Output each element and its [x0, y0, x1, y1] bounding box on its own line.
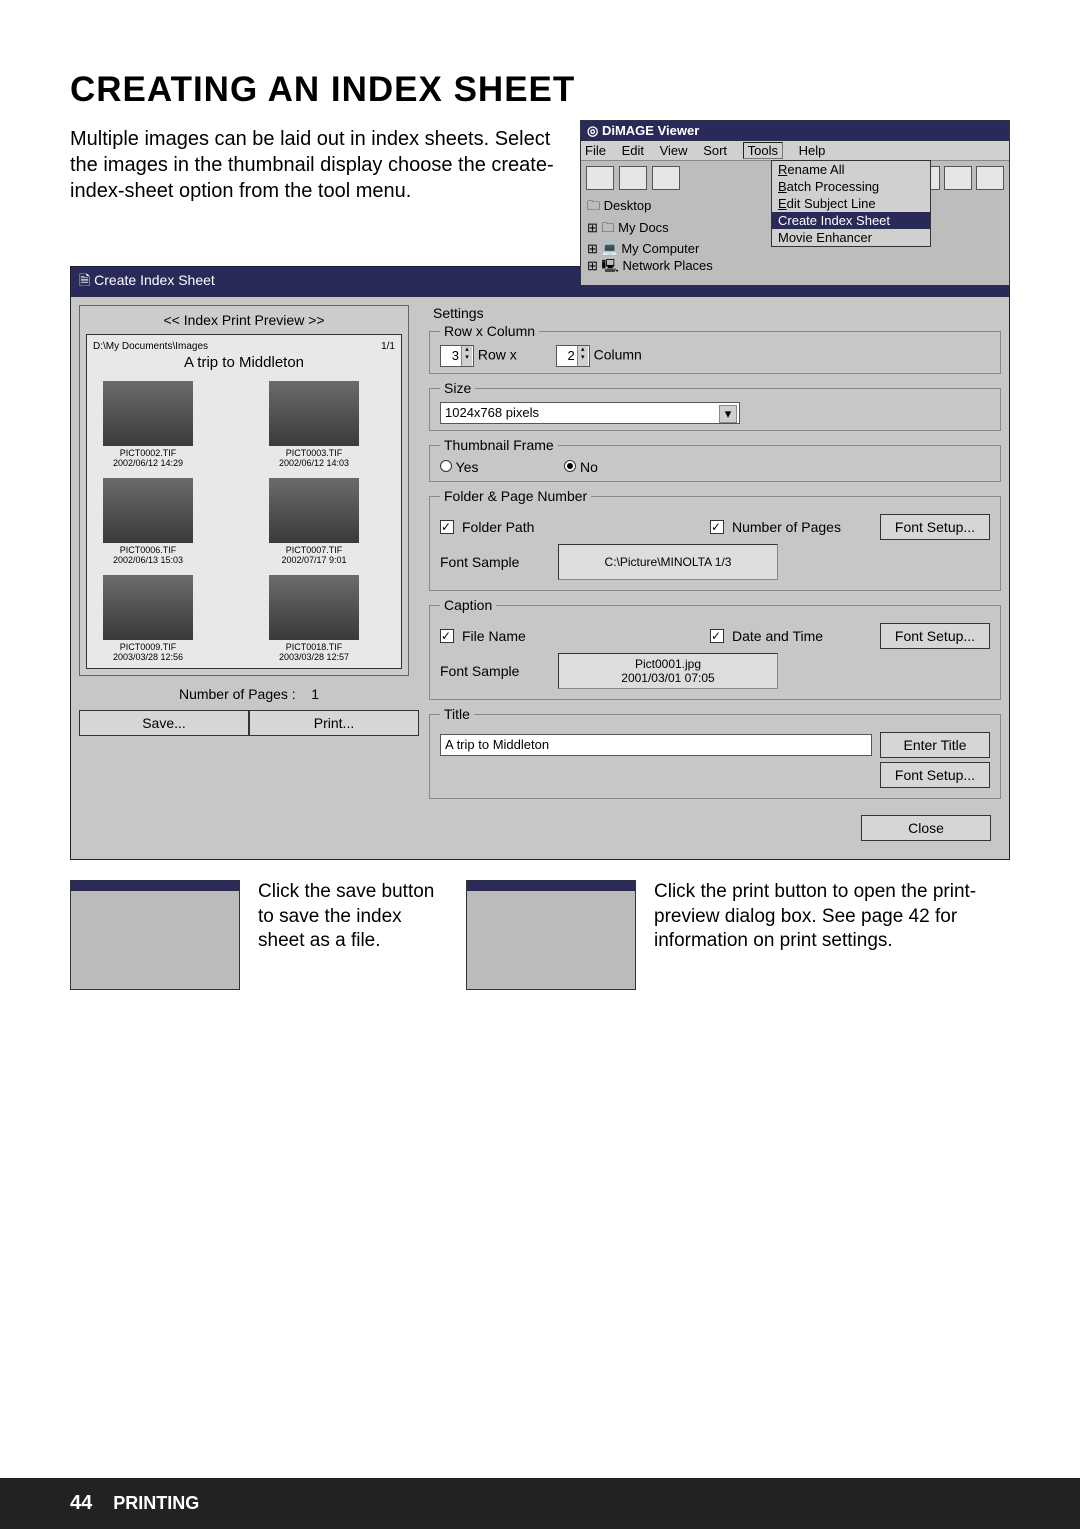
preview-header: << Index Print Preview >>: [86, 312, 402, 328]
datetime-checkbox[interactable]: [710, 629, 724, 643]
create-index-sheet-dialog: 🗎 Create Index Sheet << Index Print Prev…: [70, 266, 1010, 860]
page-footer: 44 PRINTING: [0, 1478, 1080, 1529]
view-icon[interactable]: [944, 166, 972, 190]
toolbar-icon[interactable]: [652, 166, 680, 190]
index-print-preview: << Index Print Preview >> D:\My Document…: [79, 305, 409, 676]
tools-movie-enhancer[interactable]: Movie Enhancer: [772, 229, 930, 246]
footer-section: PRINTING: [113, 1493, 199, 1513]
menu-file[interactable]: File: [585, 143, 606, 158]
preview-thumbnail: PICT0002.TIF2002/06/12 14:29: [93, 381, 203, 468]
title-input[interactable]: A trip to Middleton: [440, 734, 872, 756]
save-callout-text: Click the save button to save the index …: [258, 880, 448, 990]
settings-label: Settings: [433, 305, 1001, 321]
page-number: 44: [70, 1492, 92, 1514]
toolbar-icon[interactable]: [586, 166, 614, 190]
num-pages-value: 1: [311, 686, 319, 702]
view-icon[interactable]: [976, 166, 1004, 190]
folder-font-setup-button[interactable]: Font Setup...: [880, 514, 990, 540]
tools-rename-all[interactable]: RRename Allename All: [772, 161, 930, 178]
preview-thumbnail: PICT0003.TIF2002/06/12 14:03: [259, 381, 369, 468]
thumbnail-frame-group: Thumbnail Frame Yes No: [429, 437, 1001, 482]
page-title: CREATING AN INDEX SHEET: [70, 70, 1010, 110]
row-column-group: Row x Column 3 Row x 2 Column: [429, 323, 1001, 374]
dimage-viewer-window: ◎ DiMAGE Viewer File Edit View Sort Tool…: [580, 120, 1010, 286]
menu-help[interactable]: Help: [799, 143, 826, 158]
caption-font-setup-button[interactable]: Font Setup...: [880, 623, 990, 649]
preview-thumbnail: PICT0018.TIF2003/03/28 12:57: [259, 575, 369, 662]
toolbar-icon[interactable]: [619, 166, 647, 190]
row-label: Row x: [478, 347, 517, 363]
folder-font-sample: C:\Picture\MINOLTA 1/3: [558, 544, 778, 580]
column-label: Column: [594, 347, 642, 363]
caption-font-sample: Pict0001.jpg 2001/03/01 07:05: [558, 653, 778, 689]
save-button[interactable]: Save...: [79, 710, 249, 736]
size-select[interactable]: 1024x768 pixels: [440, 402, 740, 424]
close-button[interactable]: Close: [861, 815, 991, 841]
preview-thumbnail: PICT0009.TIF2003/03/28 12:56: [93, 575, 203, 662]
num-pages-label: Number of Pages :: [179, 686, 296, 702]
folder-page-group: Folder & Page Number Folder Path Number …: [429, 488, 1001, 591]
menu-tools[interactable]: Tools: [743, 142, 783, 159]
print-callout-text: Click the print button to open the print…: [654, 880, 1010, 990]
intro-paragraph: Multiple images can be laid out in index…: [70, 126, 560, 286]
preview-thumbnail: PICT0007.TIF2002/07/17 9:01: [259, 478, 369, 565]
row-spinner[interactable]: 3: [440, 345, 474, 367]
enter-title-button[interactable]: Enter Title: [880, 732, 990, 758]
tools-edit-subject[interactable]: Edit Subject Line: [772, 195, 930, 212]
preview-page-indicator: 1/1: [381, 341, 395, 352]
viewer-titlebar: ◎ DiMAGE Viewer: [581, 121, 1009, 141]
title-font-setup-button[interactable]: Font Setup...: [880, 762, 990, 788]
title-group: Title A trip to Middleton Enter Title Fo…: [429, 706, 1001, 799]
folder-path-checkbox[interactable]: [440, 520, 454, 534]
menu-view[interactable]: View: [660, 143, 688, 158]
tools-dropdown[interactable]: RRename Allename All Batch Processing Ed…: [771, 160, 931, 247]
tools-batch[interactable]: Batch Processing: [772, 178, 930, 195]
print-dialog-thumbnail: [466, 880, 636, 990]
frame-yes-radio[interactable]: [440, 460, 452, 472]
menu-edit[interactable]: Edit: [622, 143, 644, 158]
save-dialog-thumbnail: [70, 880, 240, 990]
frame-no-radio[interactable]: [564, 460, 576, 472]
menu-sort[interactable]: Sort: [703, 143, 727, 158]
preview-sheet-title: A trip to Middleton: [93, 354, 395, 371]
menubar[interactable]: File Edit View Sort Tools Help: [581, 141, 1009, 161]
size-group: Size 1024x768 pixels: [429, 380, 1001, 431]
caption-group: Caption File Name Date and Time Font Set…: [429, 597, 1001, 700]
column-spinner[interactable]: 2: [556, 345, 590, 367]
preview-path: D:\My Documents\Images: [93, 341, 208, 352]
tools-create-index-sheet[interactable]: Create Index Sheet: [772, 212, 930, 229]
preview-thumbnail: PICT0006.TIF2002/06/13 15:03: [93, 478, 203, 565]
filename-checkbox[interactable]: [440, 629, 454, 643]
print-button[interactable]: Print...: [249, 710, 419, 736]
num-pages-checkbox[interactable]: [710, 520, 724, 534]
